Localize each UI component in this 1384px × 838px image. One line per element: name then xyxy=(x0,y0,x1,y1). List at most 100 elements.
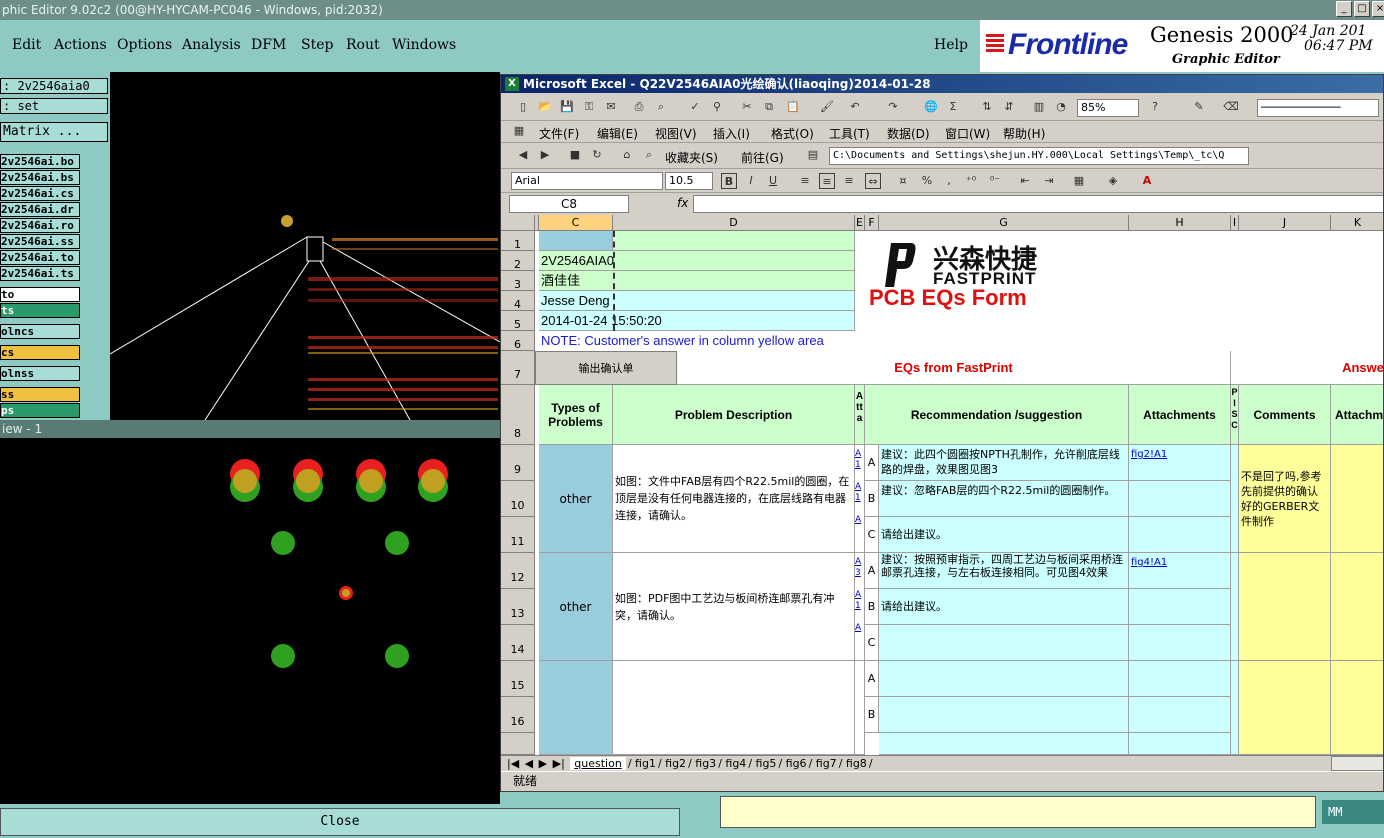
eq1-option-a[interactable]: A xyxy=(865,445,879,481)
tab-fig7[interactable]: fig7 xyxy=(816,757,837,770)
layer-item[interactable]: olncs xyxy=(0,324,80,339)
show-web-toolbar-icon[interactable]: ▤ xyxy=(805,147,821,163)
row-header[interactable]: 13 xyxy=(501,589,535,625)
print-preview-icon[interactable]: ⌕ xyxy=(653,99,669,115)
eq2-attachment-link[interactable]: fig4!A1 xyxy=(1129,553,1231,589)
font-select[interactable]: Arial xyxy=(511,172,663,190)
undo-icon[interactable]: ↶ xyxy=(847,99,863,115)
eq3-suggestion-c[interactable] xyxy=(879,733,1129,755)
cell-c1[interactable] xyxy=(539,231,613,251)
menu-data[interactable]: 数据(D) xyxy=(887,125,930,142)
hyperlink-icon[interactable]: 🌐 xyxy=(923,99,939,115)
file-item[interactable]: 2v2546ai.dr xyxy=(0,202,80,217)
eq3-answer-attachment[interactable] xyxy=(1331,661,1383,755)
sort-asc-icon[interactable]: ⇅ xyxy=(979,99,995,115)
eq1-option-c[interactable]: C xyxy=(865,517,879,553)
permission-icon[interactable]: ⚿ xyxy=(581,99,597,115)
prev-sheet-icon[interactable]: ◀ xyxy=(525,757,533,770)
column-header[interactable]: E xyxy=(855,215,865,231)
cell-d1[interactable] xyxy=(613,231,855,251)
eq3-attachment-a[interactable] xyxy=(1129,661,1231,697)
tab-fig5[interactable]: fig5 xyxy=(756,757,777,770)
row-header[interactable]: 6 xyxy=(501,331,535,351)
header-pisc[interactable]: PISC xyxy=(1231,385,1239,445)
align-left-icon[interactable]: ≡ xyxy=(797,173,813,189)
eq2-type[interactable]: other xyxy=(539,553,613,661)
fill-color-icon[interactable]: ◈ xyxy=(1105,173,1121,189)
eq2-attachment-c[interactable] xyxy=(1129,625,1231,661)
file-item[interactable]: 2v2546ai.ss xyxy=(0,234,80,249)
underline-icon[interactable]: U xyxy=(765,173,781,189)
last-sheet-icon[interactable]: ▶| xyxy=(553,757,565,770)
first-sheet-icon[interactable]: |◀ xyxy=(507,757,519,770)
row-header[interactable]: 7 xyxy=(501,351,535,385)
layer-item[interactable]: to xyxy=(0,287,80,302)
eq1-pisc[interactable] xyxy=(1231,445,1239,553)
menu-file[interactable]: 文件(F) xyxy=(539,125,579,142)
home-icon[interactable]: ⌂ xyxy=(619,147,635,163)
decrease-indent-icon[interactable]: ⇤ xyxy=(1017,173,1033,189)
file-item[interactable]: 2v2546ai.ro xyxy=(0,218,80,233)
eq3-type[interactable] xyxy=(539,661,613,755)
menu-dfm[interactable]: DFM xyxy=(251,37,286,53)
row-header[interactable]: 12 xyxy=(501,553,535,589)
paste-icon[interactable]: 📋 xyxy=(785,99,801,115)
eq1-answer-attachment[interactable] xyxy=(1331,445,1383,553)
minimize-icon[interactable]: _ xyxy=(1336,1,1352,17)
answer-header[interactable]: Answe xyxy=(1231,351,1383,385)
row-header[interactable]: 9 xyxy=(501,445,535,481)
menu-step[interactable]: Step xyxy=(301,37,333,53)
percent-icon[interactable]: % xyxy=(919,173,935,189)
header-attachments[interactable]: Attachments xyxy=(1129,385,1231,445)
search-icon[interactable]: ⌕ xyxy=(641,147,657,163)
tab-fig1[interactable]: fig1 xyxy=(635,757,656,770)
fx-icon[interactable]: fx xyxy=(677,196,688,210)
menu-analysis[interactable]: Analysis xyxy=(182,37,241,53)
units-selector[interactable]: MM xyxy=(1322,800,1384,824)
eq2-pisc[interactable] xyxy=(1231,553,1239,661)
tab-fig8[interactable]: fig8 xyxy=(846,757,867,770)
customer-note[interactable]: NOTE: Customer's answer in column yellow… xyxy=(539,331,1039,351)
export-confirmation-button[interactable]: 输出确认单 xyxy=(535,351,677,385)
layer-item[interactable]: ps xyxy=(0,403,80,418)
tab-question[interactable]: question xyxy=(570,757,626,770)
align-right-icon[interactable]: ≡ xyxy=(841,173,857,189)
menu-view[interactable]: 视图(V) xyxy=(655,125,697,142)
menu-insert[interactable]: 插入(I) xyxy=(713,125,750,142)
currency-icon[interactable]: ¤ xyxy=(895,173,911,189)
row-header[interactable]: 3 xyxy=(501,271,535,291)
name-box[interactable]: C8 xyxy=(509,195,629,213)
eq2-answer-attachment[interactable] xyxy=(1331,553,1383,661)
cut-icon[interactable]: ✂ xyxy=(739,99,755,115)
format-painter-icon[interactable]: 🖌 xyxy=(819,99,835,115)
menu-windows[interactable]: Windows xyxy=(392,37,456,53)
tab-fig2[interactable]: fig2 xyxy=(665,757,686,770)
menu-edit[interactable]: Edit xyxy=(12,37,41,53)
layer-item[interactable]: ts xyxy=(0,303,80,318)
column-header[interactable]: D xyxy=(613,215,855,231)
eq2-option-b[interactable]: B xyxy=(865,589,879,625)
spelling-icon[interactable]: ✓ xyxy=(687,99,703,115)
file-item[interactable]: 2v2546ai.cs xyxy=(0,186,80,201)
refresh-icon[interactable]: ↻ xyxy=(589,147,605,163)
row-header[interactable]: 16 xyxy=(501,697,535,733)
eq2-suggestion-c[interactable] xyxy=(879,625,1129,661)
header-types[interactable]: Types of Problems xyxy=(539,385,613,445)
menu-actions[interactable]: Actions xyxy=(54,37,107,53)
eq3-pisc[interactable] xyxy=(1231,661,1239,755)
eq1-option-b[interactable]: B xyxy=(865,481,879,517)
tab-fig4[interactable]: fig4 xyxy=(725,757,746,770)
comma-icon[interactable]: , xyxy=(941,173,957,189)
layer-item[interactable]: ss xyxy=(0,387,80,402)
matrix-button[interactable]: Matrix ... xyxy=(0,122,108,142)
select-all-corner[interactable] xyxy=(501,215,535,231)
eq3-suggestion-b[interactable] xyxy=(879,697,1129,733)
formula-bar[interactable] xyxy=(693,195,1383,213)
menu-window[interactable]: 窗口(W) xyxy=(945,125,990,142)
font-color-icon[interactable]: A xyxy=(1139,173,1155,189)
eq1-suggestion-b[interactable]: 建议：忽略FAB层的四个R22.5mil的圆圈制作。 xyxy=(879,481,1129,517)
file-item[interactable]: 2v2546ai.ts xyxy=(0,266,80,281)
research-icon[interactable]: ⚲ xyxy=(709,99,725,115)
row-header[interactable]: 2 xyxy=(501,251,535,271)
eq2-suggestion-a[interactable]: 建议：按照预审指示，四周工艺边与板间采用桥连邮票孔连接，与左右板连接相同。可见图… xyxy=(879,553,1129,589)
